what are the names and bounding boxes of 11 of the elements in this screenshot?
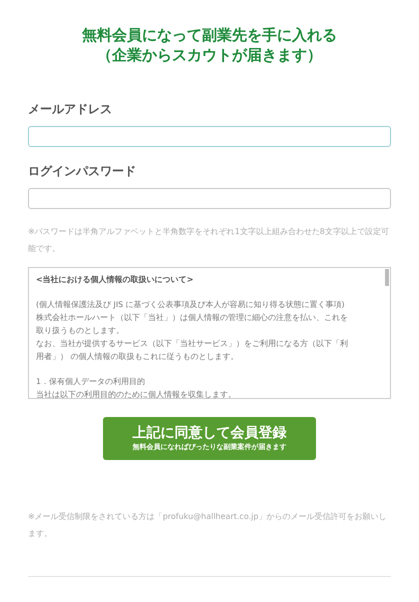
page-title: （企業からスカウトが届きます） xyxy=(97,45,322,65)
scrollbar-thumb[interactable] xyxy=(385,269,389,286)
terms-title: <当社における個人情報の取扱いについて> xyxy=(36,274,194,286)
field-label: メールアドレス xyxy=(28,101,113,117)
password-note: ※パスワードは半角アルファベットと半角数字をそれぞれ1文字以上組み合わせた8文字以上で設定可能です。 xyxy=(28,226,390,255)
input-field[interactable] xyxy=(28,188,391,209)
mail-note: ※メール受信制限をされている方は「profuku@hallheart.co.jp」からのメール受信許可をお願いします。 xyxy=(28,511,388,540)
terms-box[interactable] xyxy=(28,267,391,399)
page-title: 無料会員になって副業先を手に入れる xyxy=(82,25,337,45)
input-field[interactable] xyxy=(28,126,391,147)
field-label: ログインパスワード xyxy=(28,163,137,179)
